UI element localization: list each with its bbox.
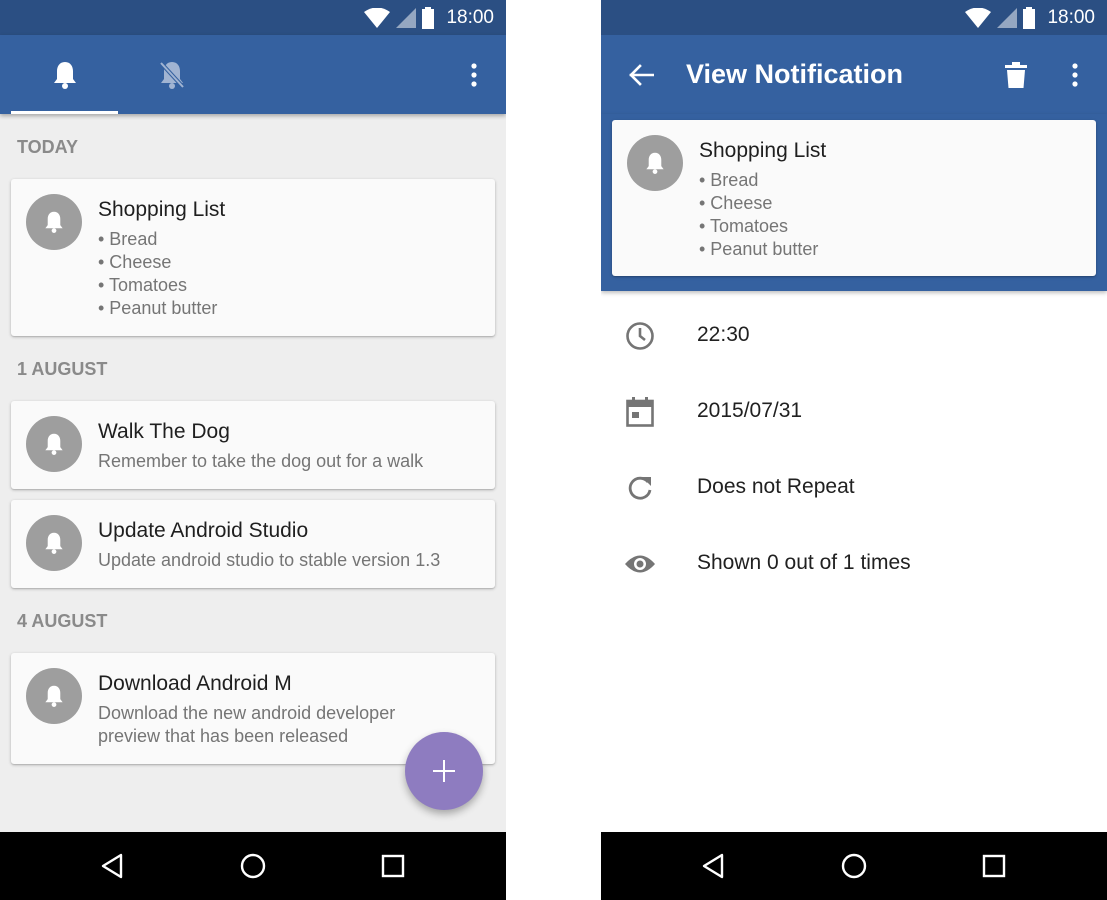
add-notification-fab[interactable] [405,732,483,810]
detail-row-time: 22:30 [601,311,1107,361]
notification-avatar [26,515,82,571]
notification-avatar [26,416,82,472]
card-body: Update android studio to stable version … [98,549,440,572]
notification-header: Shopping List • Bread • Cheese • Tomatoe… [601,114,1107,291]
section-header-today: TODAY [17,137,79,157]
detail-date-value: 2015/07/31 [697,399,803,422]
status-bar: 18:00 [0,0,506,35]
card-line: preview that has been released [98,726,349,746]
app-bar: View Notification [601,35,1107,114]
repeat-icon [624,472,656,504]
card-line: Update android studio to stable version … [98,550,441,570]
more-vert-icon [471,63,477,87]
wifi-icon [364,8,391,28]
card-line: • Bread [98,229,158,249]
card-body: • Bread • Cheese • Tomatoes • Peanut but… [98,228,217,320]
cell-signal-icon [997,8,1018,28]
view-notification-screen: 18:00 View Notification Shopping List • … [601,0,1107,900]
card-title: Shopping List [699,139,827,162]
section-header-4-august: 4 AUGUST [17,611,108,631]
card-body: Download the new android developer previ… [98,702,395,748]
card-line: • Peanut butter [699,239,819,259]
plus-icon [433,760,455,782]
card-line: • Tomatoes [98,275,188,295]
card-title: Download Android M [98,672,292,695]
card-line: Remember to take the dog out for a walk [98,451,424,471]
overflow-menu-button[interactable] [1063,61,1087,89]
notification-card-shopping-list[interactable]: Shopping List • Bread • Cheese • Tomatoe… [11,179,495,336]
tab-active-notifications[interactable] [11,35,118,114]
bell-icon [45,433,63,455]
calendar-icon [624,396,656,428]
notification-avatar [627,135,683,191]
nav-home-icon [841,853,867,879]
bell-icon [646,152,664,174]
nav-recents-button[interactable] [375,848,411,884]
trash-icon [1005,62,1027,88]
system-nav-bar [601,832,1107,900]
nav-home-button[interactable] [235,848,271,884]
nav-home-button[interactable] [836,848,872,884]
card-line: • Peanut butter [98,298,218,318]
card-body: • Bread • Cheese • Tomatoes • Peanut but… [699,169,818,261]
page-title: View Notification [686,59,904,89]
overflow-menu-button[interactable] [462,61,486,89]
card-line: • Bread [699,170,759,190]
back-button[interactable] [625,59,657,91]
detail-shown-value: Shown 0 out of 1 times [697,551,911,574]
detail-row-repeat: Does not Repeat [601,463,1107,513]
card-line: • Cheese [699,193,773,213]
nav-back-icon [101,853,123,879]
card-line: • Tomatoes [699,216,789,236]
card-title: Update Android Studio [98,519,309,542]
wifi-icon [965,8,992,28]
nav-home-icon [240,853,266,879]
notification-avatar [26,668,82,724]
detail-repeat-value: Does not Repeat [697,475,855,498]
nav-recents-button[interactable] [976,848,1012,884]
nav-recents-icon [381,854,405,878]
bell-icon [45,211,63,233]
card-body: Remember to take the dog out for a walk [98,450,423,473]
status-time: 18:00 [446,7,494,28]
card-line: Download the new android developer [98,703,396,723]
battery-icon [422,7,435,29]
bell-icon [53,61,76,89]
status-time: 18:00 [1047,7,1095,28]
more-vert-icon [1072,63,1078,87]
nav-back-button[interactable] [695,848,731,884]
notification-card-update-android-studio[interactable]: Update Android Studio Update android stu… [11,500,495,588]
battery-icon [1023,7,1036,29]
bell-icon [45,685,63,707]
arrow-back-icon [629,64,654,86]
detail-row-date: 2015/07/31 [601,387,1107,437]
bell-off-icon [159,61,184,89]
delete-button[interactable] [1002,59,1030,91]
card-title: Walk The Dog [98,420,230,443]
system-nav-bar [0,832,506,900]
app-bar [0,35,506,114]
nav-recents-icon [982,854,1006,878]
notification-avatar [26,194,82,250]
detail-time-value: 22:30 [697,323,750,346]
eye-icon [624,548,656,580]
card-line: • Cheese [98,252,172,272]
cell-signal-icon [396,8,417,28]
notification-list: TODAY Shopping List • Bread • Cheese • T… [0,114,506,832]
notification-preview-card: Shopping List • Bread • Cheese • Tomatoe… [612,120,1096,276]
clock-icon [624,320,656,352]
nav-back-icon [702,853,724,879]
section-header-1-august: 1 AUGUST [17,359,108,379]
tab-dismissed-notifications[interactable] [118,35,225,114]
notification-list-screen: 18:00 TODAY Shopping List • Bread • Chee… [0,0,506,900]
card-title: Shopping List [98,198,226,221]
bell-icon [45,532,63,554]
nav-back-button[interactable] [94,848,130,884]
notification-card-walk-the-dog[interactable]: Walk The Dog Remember to take the dog ou… [11,401,495,489]
status-bar: 18:00 [601,0,1107,35]
detail-row-shown: Shown 0 out of 1 times [601,539,1107,589]
